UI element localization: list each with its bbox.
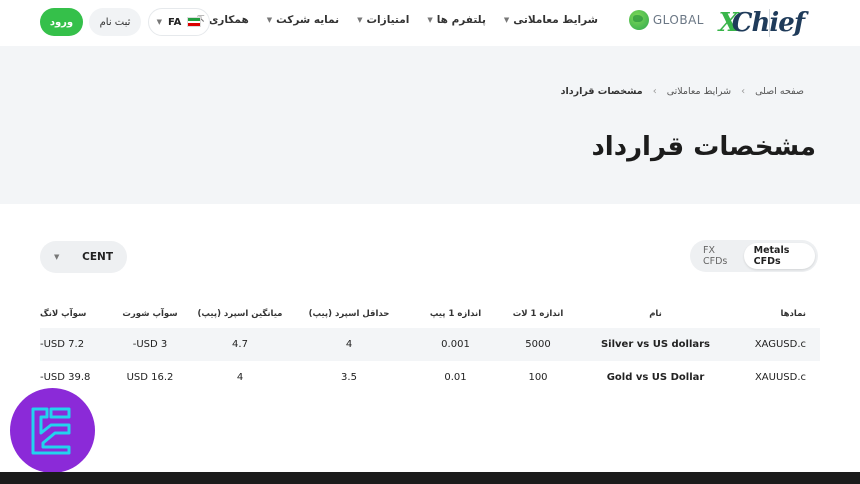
column-header: حداقل اسپرد (پیپ): [308, 309, 390, 319]
cell-avg-spread: 4.7: [232, 339, 248, 350]
cell-avg-spread: 4: [236, 372, 244, 383]
column-header: اندازه 1 پیپ: [429, 309, 482, 319]
cell-min-spread: 3.5: [341, 372, 357, 383]
xchief-logo[interactable]: XChief: [718, 8, 805, 38]
column-header: میانگین اسپرد (پیپ): [197, 309, 283, 319]
cell-min-spread: 4: [345, 339, 353, 350]
chevron-down-icon: ▼: [503, 16, 510, 24]
chevron-down-icon: ▼: [427, 16, 433, 24]
nav-label: همکاری: [208, 14, 249, 26]
language-selector[interactable]: ▼ FA: [148, 8, 210, 36]
nav-label: شرایط معاملاتی: [513, 14, 598, 26]
cell-swap-short: USD 3-: [132, 339, 168, 350]
nav-label: نمایه شرکت: [276, 14, 340, 26]
site-header: XChief GLOBAL شرایط معاملاتی ▼ پلتفرم ها…: [0, 0, 860, 46]
chevron-left-icon: ‹: [652, 86, 657, 97]
nav-item-platforms[interactable]: پلتفرم ها ▼: [427, 14, 486, 26]
hero-section: صفحه اصلی ‹ شرایط معاملاتی ‹ مشخصات قرار…: [0, 46, 860, 204]
cell-pip-size: 0.001: [441, 339, 470, 350]
logo-divider: [769, 9, 770, 37]
breadcrumb: صفحه اصلی ‹ شرایط معاملاتی ‹ مشخصات قرار…: [561, 86, 804, 97]
cell-name: Gold vs US Dollar: [606, 372, 705, 383]
table-row: XAUUSD.c Gold vs US Dollar 100 0.01 3.5 …: [40, 361, 820, 394]
cell-symbol: XAUUSD.c: [754, 372, 806, 383]
iran-flag-icon: [187, 17, 202, 27]
cell-lot-size: 100: [528, 372, 548, 383]
brand-mark-icon: [31, 407, 70, 454]
globe-icon: [628, 10, 649, 30]
tab-fx-cfds[interactable]: FX CFDs: [693, 243, 744, 269]
column-header: سوآپ شورت: [122, 309, 178, 319]
signup-button[interactable]: ثبت نام: [89, 8, 141, 36]
instrument-tabs: Metals CFDs FX CFDs: [690, 240, 818, 272]
column-header: نام: [649, 309, 662, 319]
account-type-value: CENT: [82, 251, 113, 263]
chevron-down-icon: ▼: [156, 18, 162, 26]
logo-text: XChief: [718, 8, 805, 38]
cell-symbol: XAGUSD.c: [754, 339, 806, 350]
column-header: سوآپ لانگ: [40, 309, 87, 319]
chevron-left-icon: ‹: [741, 86, 746, 97]
breadcrumb-trading-conditions[interactable]: شرایط معاملاتی: [667, 86, 731, 97]
global-label: GLOBAL: [652, 13, 704, 27]
cell-swap-long: USD 39.8-: [40, 372, 91, 383]
chevron-down-icon: ▼: [54, 253, 60, 261]
cell-lot-size: 5000: [525, 339, 551, 350]
chevron-down-icon: ▼: [357, 16, 363, 24]
main-nav: شرایط معاملاتی ▼ پلتفرم ها ▼ امتیازات ▼ …: [197, 14, 598, 26]
page: XChief GLOBAL شرایط معاملاتی ▼ پلتفرم ها…: [0, 0, 860, 484]
contract-specs-table: نمادها نام اندازه 1 لات اندازه 1 پیپ حدا…: [40, 300, 820, 394]
nav-label: امتیازات: [366, 14, 410, 26]
global-badge: GLOBAL: [628, 10, 704, 30]
column-header: اندازه 1 لات: [512, 309, 564, 319]
nav-label: پلتفرم ها: [436, 14, 486, 26]
footer-bar: [0, 472, 860, 484]
login-button[interactable]: ورود: [40, 8, 83, 36]
breadcrumb-current: مشخصات قرارداد: [560, 86, 643, 97]
language-code: FA: [167, 16, 182, 28]
watermark-logo: [10, 388, 95, 473]
nav-item-company-profile[interactable]: نمایه شرکت ▼: [267, 14, 339, 26]
page-title: مشخصات قرارداد: [591, 132, 816, 162]
table-row: XAGUSD.c Silver vs US dollars 5000 0.001…: [40, 328, 820, 361]
table-header: نمادها نام اندازه 1 لات اندازه 1 پیپ حدا…: [40, 300, 820, 328]
cell-swap-long: USD 7.2-: [40, 339, 85, 350]
nav-item-trading-conditions[interactable]: شرایط معاملاتی ▼: [504, 14, 598, 26]
cell-swap-short: USD 16.2: [126, 372, 174, 383]
cell-pip-size: 0.01: [444, 372, 467, 383]
breadcrumb-home[interactable]: صفحه اصلی: [755, 86, 804, 97]
chevron-down-icon: ▼: [266, 16, 273, 24]
column-header: نمادها: [780, 309, 806, 319]
account-type-select[interactable]: ▼ CENT: [40, 241, 127, 273]
tab-metals-cfds[interactable]: Metals CFDs: [743, 243, 815, 269]
cell-name: Silver vs US dollars: [600, 339, 711, 350]
nav-item-benefits[interactable]: امتیازات ▼: [357, 14, 409, 26]
